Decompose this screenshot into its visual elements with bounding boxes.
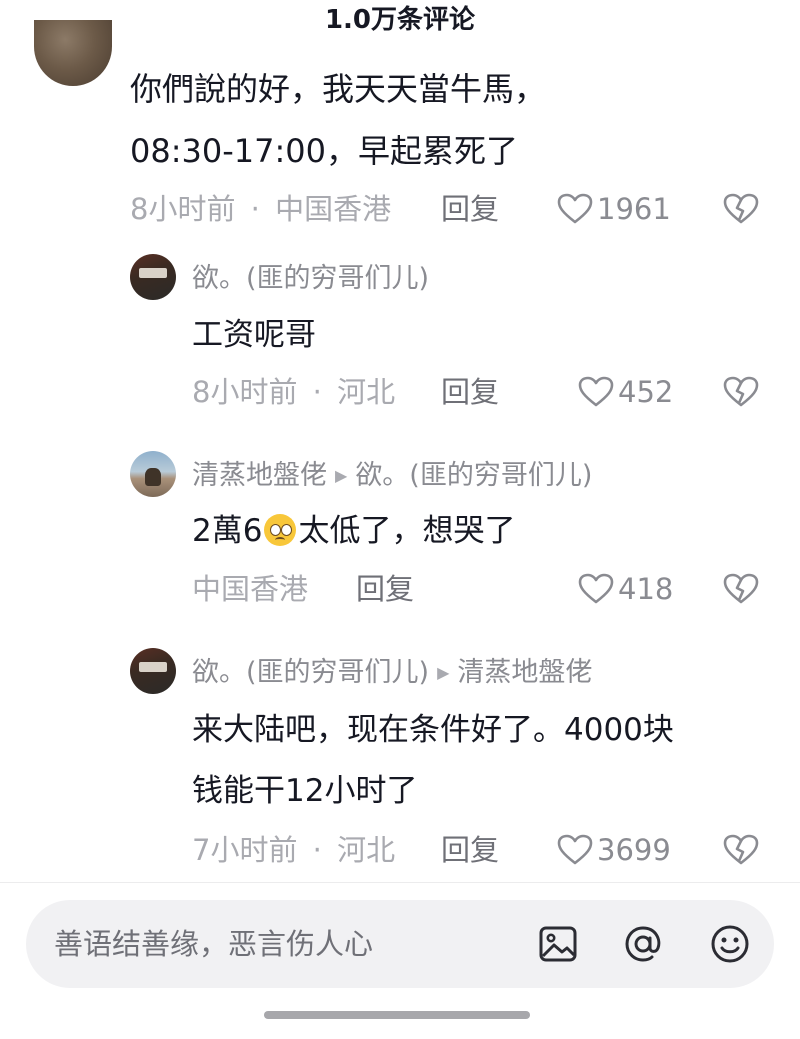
reply-location: 河北: [337, 833, 396, 867]
reply-button[interactable]: 回复: [441, 832, 499, 868]
divider: [0, 882, 800, 883]
triangle-right-icon: ▶: [437, 663, 450, 682]
at-sign-icon[interactable]: [621, 922, 665, 966]
reply-text: 2萬6 太低了，想哭了: [192, 511, 515, 551]
heart-outline-icon: [578, 376, 614, 408]
avatar[interactable]: [130, 648, 176, 694]
like-count: 1961: [597, 192, 671, 226]
reply-text-part: 太低了，想哭了: [298, 513, 516, 549]
like-count: 3699: [597, 833, 671, 867]
comment-location: 中国香港: [275, 192, 392, 226]
like-button[interactable]: 3699: [557, 832, 671, 868]
reply-button[interactable]: 回复: [441, 374, 499, 410]
heart-outline-icon: [557, 834, 593, 866]
reply-text-line: 钱能干12小时了: [192, 773, 418, 809]
avatar[interactable]: [34, 20, 112, 86]
like-button[interactable]: 452: [578, 374, 673, 410]
heart-outline-icon: [578, 573, 614, 605]
like-button[interactable]: 1961: [557, 191, 671, 227]
reply-header: 清蒸地盤佬 ▶ 欲。(匪的穷哥们儿): [192, 459, 592, 493]
broken-heart-icon[interactable]: [723, 193, 759, 225]
reply-username[interactable]: 欲。(匪的穷哥们儿): [192, 657, 429, 688]
like-button[interactable]: 418: [578, 571, 673, 607]
comments-count-title: 1.0万条评论: [324, 5, 476, 35]
reply-button[interactable]: 回复: [356, 571, 414, 607]
avatar[interactable]: [130, 254, 176, 300]
image-icon[interactable]: [536, 922, 580, 966]
comment-input-placeholder: 善语结善缘，恶言伤人心: [54, 927, 374, 961]
broken-heart-icon[interactable]: [723, 376, 759, 408]
meta-separator: ·: [312, 375, 322, 409]
reply-to-username[interactable]: 欲。(匪的穷哥们儿): [355, 460, 592, 491]
comment-text-line: 08:30-17:00，早起累死了: [130, 132, 518, 170]
comment-meta: 8小时前 · 中国香港: [130, 191, 391, 227]
home-indicator[interactable]: [264, 1011, 530, 1019]
broken-heart-icon[interactable]: [723, 834, 759, 866]
reply-time: 7小时前: [192, 833, 298, 867]
smiley-icon[interactable]: [708, 922, 752, 966]
like-count: 452: [618, 375, 674, 409]
meta-separator: ·: [312, 833, 322, 867]
reply-username[interactable]: 清蒸地盤佬: [192, 460, 327, 491]
reply-username[interactable]: 欲。(匪的穷哥们儿): [192, 262, 429, 296]
reply-text-line: 来大陆吧，现在条件好了。4000块: [192, 712, 674, 748]
meta-separator: ·: [250, 192, 260, 226]
reply-time: 8小时前: [192, 375, 298, 409]
reply-meta: 7小时前 · 河北: [192, 832, 395, 868]
pleading-face-emoji: [264, 514, 297, 546]
triangle-right-icon: ▶: [335, 466, 348, 485]
reply-meta: 8小时前 · 河北: [192, 374, 395, 410]
reply-button[interactable]: 回复: [441, 191, 499, 227]
reply-header: 欲。(匪的穷哥们儿) ▶ 清蒸地盤佬: [192, 656, 592, 690]
heart-outline-icon: [557, 193, 593, 225]
broken-heart-icon[interactable]: [723, 573, 759, 605]
reply-location: 河北: [337, 375, 396, 409]
like-count: 418: [618, 572, 674, 606]
reply-text-part: 2萬6: [192, 513, 263, 549]
comment-input[interactable]: 善语结善缘，恶言伤人心: [26, 900, 774, 988]
comment-text-line: 你們說的好，我天天當牛馬，: [130, 70, 547, 108]
reply-text: 工资呢哥: [192, 317, 316, 353]
comment-time: 8小时前: [130, 192, 236, 226]
reply-location: 中国香港: [192, 572, 309, 606]
avatar[interactable]: [130, 451, 176, 497]
reply-to-username[interactable]: 清蒸地盤佬: [457, 657, 592, 688]
